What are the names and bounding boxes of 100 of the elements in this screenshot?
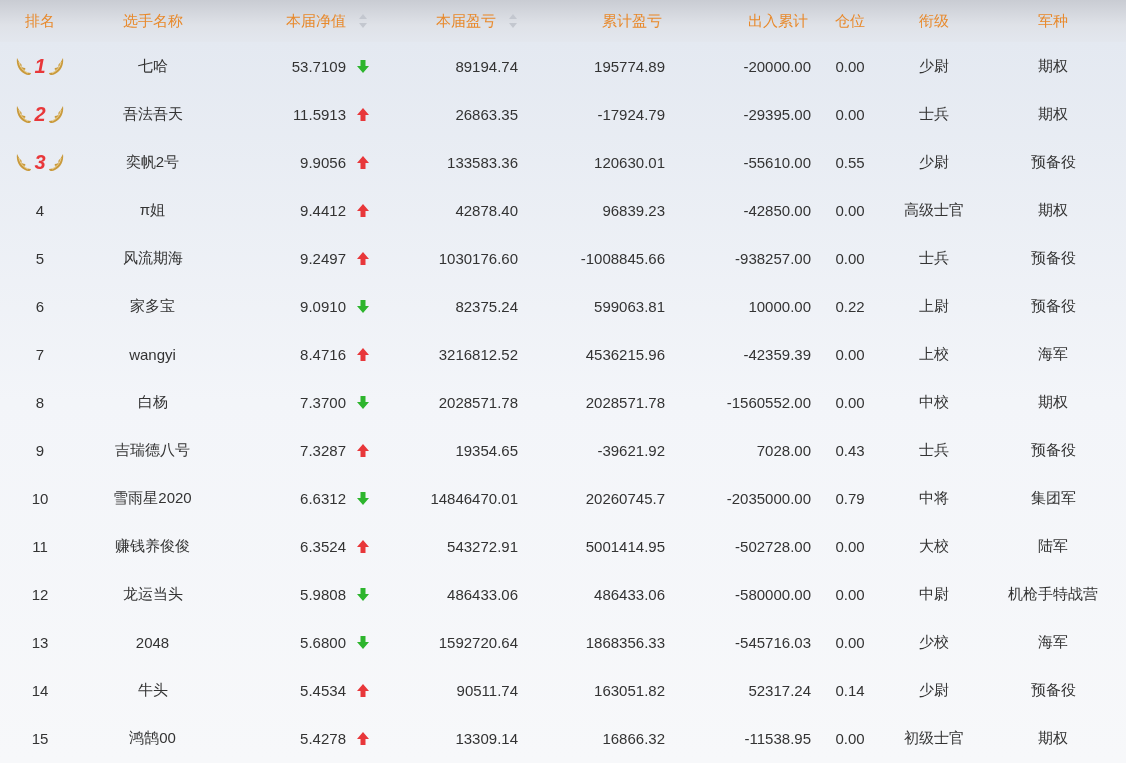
rank-number: 8 — [35, 393, 45, 411]
table-cell: -20000.00 — [743, 57, 811, 75]
table-cell: 14846470.01 — [430, 489, 518, 507]
table-cell: 7.3287 — [300, 441, 346, 459]
table-cell: 大校 — [919, 536, 949, 556]
player-name: 奕帆2号 — [125, 152, 180, 172]
table-cell: 机枪手特战营 — [1008, 584, 1098, 604]
table-cell: 上尉 — [919, 296, 949, 316]
table-cell: -42850.00 — [743, 201, 811, 219]
table-cell: 0.14 — [835, 681, 865, 699]
table-cell: 0.00 — [835, 201, 865, 219]
rank-number: 3 — [34, 150, 46, 174]
table-cell: 士兵 — [919, 440, 949, 460]
table-cell: 2028571.78 — [438, 393, 518, 411]
table-cell: -17924.79 — [597, 105, 665, 123]
table-cell: 预备役 — [1030, 248, 1076, 268]
table-cell: -580000.00 — [735, 585, 811, 603]
table-cell: 预备役 — [1030, 440, 1076, 460]
table-cell: 士兵 — [919, 248, 949, 268]
rank-number: 9 — [35, 441, 45, 459]
column-header: 本届净值 — [286, 11, 346, 31]
table-cell: 少校 — [919, 632, 949, 652]
rank-number: 4 — [35, 201, 45, 219]
table-cell: 0.00 — [835, 249, 865, 267]
rank-number: 5 — [35, 249, 45, 267]
column-header: 军种 — [1038, 11, 1068, 31]
table-cell: 0.55 — [835, 153, 865, 171]
player-name: 鸿鹄00 — [129, 728, 176, 748]
table-cell: 9.0910 — [300, 297, 346, 315]
table-cell: 1868356.33 — [585, 633, 665, 651]
table-cell: 7028.00 — [756, 441, 811, 459]
table-cell: 133583.36 — [447, 153, 518, 171]
player-name: 2048 — [135, 633, 170, 651]
table-cell: 9.9056 — [300, 153, 346, 171]
table-cell: 中将 — [919, 488, 949, 508]
table-cell: 52317.24 — [748, 681, 811, 699]
table-cell: 20260745.7 — [585, 489, 665, 507]
table-cell: 96839.23 — [602, 201, 665, 219]
table-cell: 陆军 — [1038, 536, 1068, 556]
table-cell: 5.4278 — [300, 729, 346, 747]
table-cell: 0.00 — [835, 729, 865, 747]
player-name: 赚钱养俊俊 — [115, 536, 190, 556]
table-cell: 0.00 — [835, 345, 865, 363]
table-cell: 期权 — [1038, 56, 1068, 76]
table-cell: 3216812.52 — [438, 345, 518, 363]
table-cell: 1592720.64 — [438, 633, 518, 651]
table-cell: -502728.00 — [735, 537, 811, 555]
player-name: 白杨 — [137, 392, 168, 412]
wing-icon — [16, 56, 33, 76]
table-cell: 543272.91 — [447, 537, 518, 555]
table-cell: 0.00 — [835, 105, 865, 123]
rank-number: 13 — [31, 633, 49, 651]
sort-icon[interactable] — [508, 13, 518, 29]
table-cell: 海军 — [1038, 632, 1068, 652]
table-cell: 0.00 — [835, 633, 865, 651]
table-cell: 16866.32 — [602, 729, 665, 747]
rank-number: 10 — [31, 489, 49, 507]
table-cell: 中校 — [919, 392, 949, 412]
table-cell: 120630.01 — [594, 153, 665, 171]
table-cell: 高级士官 — [904, 200, 964, 220]
table-cell: 0.00 — [835, 537, 865, 555]
table-cell: 期权 — [1038, 200, 1068, 220]
table-cell: -2035000.00 — [726, 489, 811, 507]
table-cell: 19354.65 — [455, 441, 518, 459]
table-cell: 少尉 — [919, 152, 949, 172]
table-cell: -39621.92 — [597, 441, 665, 459]
table-cell: 少尉 — [919, 680, 949, 700]
wing-icon — [47, 104, 64, 124]
wing-icon — [16, 152, 33, 172]
table-cell: 5.4534 — [300, 681, 346, 699]
table-cell: 期权 — [1038, 728, 1068, 748]
table-cell: 中尉 — [919, 584, 949, 604]
rank-number: 7 — [35, 345, 45, 363]
table-cell: 预备役 — [1030, 680, 1076, 700]
table-cell: 195774.89 — [594, 57, 665, 75]
wing-icon — [47, 56, 64, 76]
player-name: π姐 — [139, 200, 166, 220]
table-cell: 预备役 — [1030, 296, 1076, 316]
player-name: 吾法吾天 — [122, 104, 183, 124]
table-cell: 89194.74 — [455, 57, 518, 75]
player-name: 龙运当头 — [122, 584, 183, 604]
column-header: 排名 — [25, 11, 55, 31]
wing-icon — [47, 152, 64, 172]
rank-number: 11 — [32, 537, 48, 555]
table-cell: 4536215.96 — [585, 345, 665, 363]
table-cell: 少尉 — [919, 56, 949, 76]
table-cell: 90511.74 — [456, 681, 518, 699]
sort-icon[interactable] — [358, 13, 368, 29]
table-cell: 5001414.95 — [585, 537, 665, 555]
table-cell: 8.4716 — [300, 345, 346, 363]
player-name: wangyi — [129, 345, 176, 363]
table-cell: 士兵 — [919, 104, 949, 124]
table-cell: 53.7109 — [291, 57, 346, 75]
rank-number: 1 — [34, 54, 46, 78]
table-cell: -545716.03 — [735, 633, 811, 651]
player-name: 吉瑞德八号 — [115, 440, 190, 460]
table-cell: 9.2497 — [300, 249, 346, 267]
column-header: 累计盈亏 — [602, 11, 662, 31]
rank-number: 15 — [31, 729, 49, 747]
table-cell: 海军 — [1038, 344, 1068, 364]
